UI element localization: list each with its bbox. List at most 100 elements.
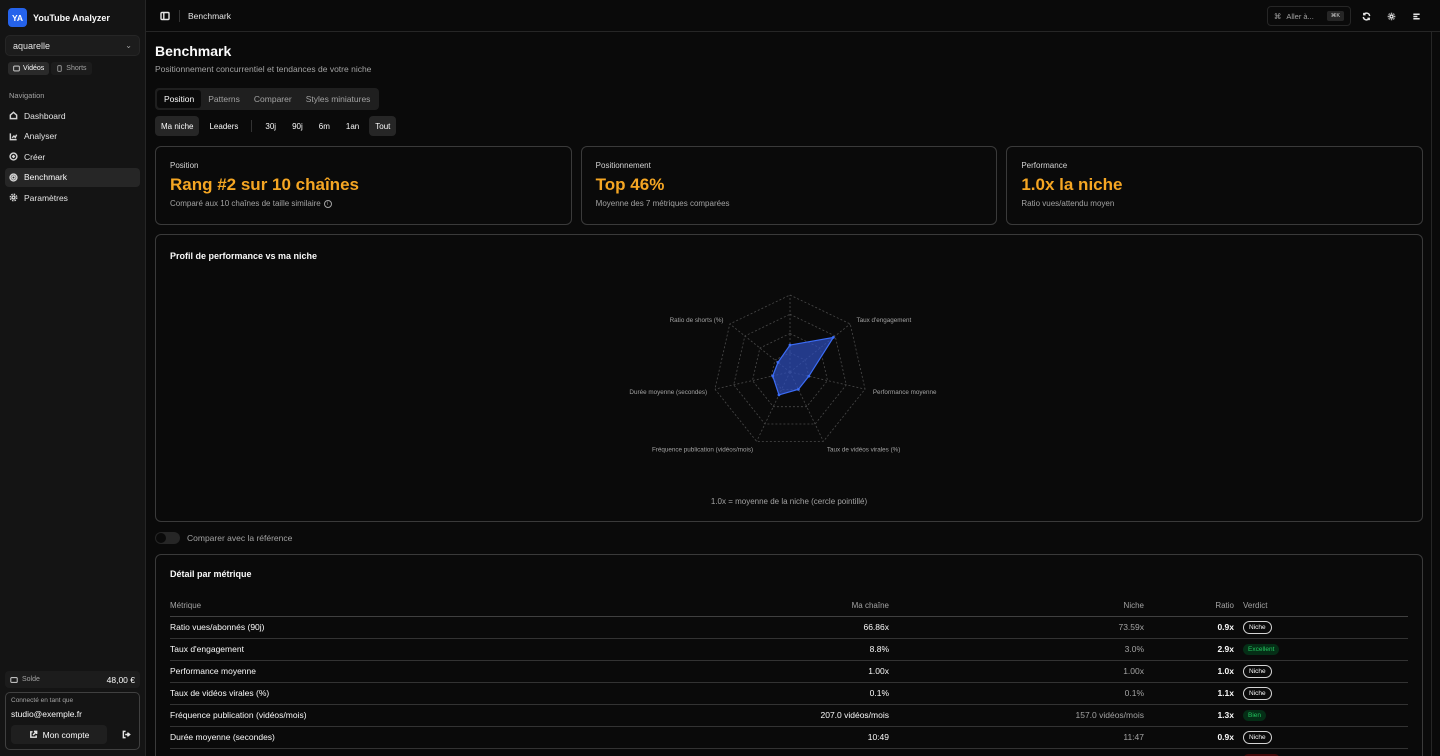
cell-metric: Ratio vues/abonnés (90j)	[170, 616, 730, 639]
cell-mine: 207.0 vidéos/mois	[730, 704, 889, 727]
sidebar-item-dashboard[interactable]: Dashboard	[5, 106, 140, 125]
shortcut-badge: ⌘K	[1326, 11, 1344, 21]
period-90j[interactable]: 90j	[286, 116, 309, 136]
period-1an[interactable]: 1an	[340, 116, 365, 136]
filter-leaders[interactable]: Leaders	[203, 116, 244, 136]
page-title: Benchmark	[155, 43, 232, 59]
format-videos-label: Vidéos	[23, 65, 45, 72]
filter-ma-niche[interactable]: Ma niche	[155, 116, 200, 136]
niche-select-value: aquarelle	[13, 40, 51, 51]
summary-cards: Position Rang #2 sur 10 chaînes Comparé …	[155, 146, 1424, 225]
sidebar-item-creer[interactable]: Créer	[5, 147, 140, 166]
page-content: Benchmark Positionnement concurrentiel e…	[155, 32, 1424, 756]
breadcrumb: Benchmark	[188, 10, 231, 21]
command-palette-button[interactable]: ⌘ Aller à... ⌘K	[1266, 6, 1351, 26]
cell-metric: Performance moyenne	[170, 660, 730, 683]
sidebar-item-benchmark[interactable]: Benchmark	[5, 167, 140, 187]
col-verdict: Verdict	[1234, 596, 1408, 617]
cell-niche: 1.00x	[889, 660, 1144, 683]
table-row: Taux de vidéos virales (%) 0.1% 0.1% 1.1x Ni…	[170, 682, 1408, 705]
col-mine: Ma chaîne	[730, 596, 889, 617]
command-palette-label: Aller à...	[1286, 11, 1314, 21]
brand-name: YouTube Analyzer	[33, 12, 110, 23]
sidebar-item-label: Créer	[24, 151, 46, 162]
cell-ratio: 1.3x	[1144, 704, 1234, 727]
card-label: Position	[170, 161, 199, 170]
radar-point	[796, 387, 800, 391]
table-header-row: Métrique Ma chaîne Niche Ratio Verdict	[170, 596, 1408, 617]
sun-icon	[1387, 12, 1395, 20]
radar-chart: Ratio vues/abonnés (90j)Taux d'engagemen…	[629, 294, 937, 454]
refresh-icon	[1362, 11, 1370, 21]
scrollbar[interactable]	[1431, 32, 1440, 756]
logout-button[interactable]	[118, 727, 134, 743]
radar-axis-label: Performance moyenne	[873, 389, 937, 396]
compare-switch[interactable]	[155, 532, 180, 544]
card-label: Positionnement	[595, 161, 651, 170]
settings-list-button[interactable]	[1406, 6, 1426, 26]
tab-position[interactable]: Position	[157, 90, 202, 108]
format-shorts-label: Shorts	[66, 65, 87, 72]
sidebar-toggle-button[interactable]	[157, 8, 173, 24]
refresh-button[interactable]	[1356, 6, 1376, 26]
period-6m[interactable]: 6m	[313, 116, 336, 136]
brand[interactable]: YA YouTube Analyzer	[5, 6, 140, 35]
detail-card: Détail par métrique Métrique Ma chaîne N…	[155, 554, 1423, 756]
home-icon	[9, 111, 18, 120]
col-niche: Niche	[889, 596, 1144, 617]
compare-label: Comparer avec la référence	[187, 533, 293, 543]
cell-mine: 0.1%	[730, 682, 889, 705]
balance-value: 48,00 €	[106, 674, 135, 685]
sidebar-item-analyser[interactable]: Analyser	[5, 127, 140, 146]
cell-ratio: 1.0x	[1144, 660, 1234, 683]
cell-metric: Durée moyenne (secondes)	[170, 726, 730, 749]
period-30j[interactable]: 30j	[259, 116, 282, 136]
table-row: Fréquence publication (vidéos/mois) 207.0…	[170, 704, 1408, 727]
phone-icon	[57, 65, 62, 72]
cell-mine: 10:49	[730, 726, 889, 749]
col-ratio: Ratio	[1144, 596, 1234, 617]
cell-niche: 11:47	[889, 726, 1144, 749]
connected-label: Connecté en tant que	[11, 697, 74, 704]
card-value: 1.0x la niche	[1021, 175, 1123, 194]
niche-select[interactable]: aquarelle ⌄	[5, 35, 140, 56]
verdict-badge: Niche	[1243, 664, 1272, 678]
plus-circle-icon	[9, 152, 18, 161]
tab-comparer[interactable]: Comparer	[247, 90, 299, 108]
table-row: Performance moyenne 1.00x 1.00x 1.0x Niche	[170, 660, 1408, 683]
format-shorts-button[interactable]: Shorts	[51, 62, 92, 75]
account-email: studio@exemple.fr	[11, 709, 82, 719]
sidebar-item-label: Analyser	[24, 131, 58, 141]
period-tout[interactable]: Tout	[369, 116, 397, 136]
wallet-icon	[10, 676, 18, 683]
sidebar-footer: Solde 48,00 € Connecté en tant que studi…	[5, 671, 140, 750]
table-row: Durée moyenne (secondes) 10:49 11:47 0.9x Ni…	[170, 726, 1408, 749]
info-icon[interactable]: i	[323, 199, 332, 208]
logout-icon	[122, 730, 131, 739]
sidebar-item-parametres[interactable]: Paramètres	[5, 188, 140, 207]
format-videos-button[interactable]: Vidéos	[8, 62, 50, 75]
radar-axis-label: Ratio de shorts (%)	[670, 317, 724, 324]
chart-icon	[9, 132, 18, 140]
brand-logo: YA	[8, 8, 27, 27]
radar-point	[776, 360, 780, 364]
tab-styles-miniatures[interactable]: Styles miniatures	[299, 90, 378, 108]
radar-point	[831, 336, 835, 339]
list-settings-icon	[1412, 13, 1420, 19]
tab-patterns[interactable]: Patterns	[201, 90, 247, 108]
position-card: Position Rang #2 sur 10 chaînes Comparé …	[155, 146, 572, 225]
topbar: Benchmark ⌘ Aller à... ⌘K	[146, 0, 1440, 32]
cell-ratio: 2.9x	[1144, 638, 1234, 661]
account-button[interactable]: Mon compte	[11, 725, 107, 744]
balance: Solde 48,00 €	[5, 671, 140, 688]
radar-point	[807, 374, 811, 378]
radar-caption: 1.0x = moyenne de la niche (cercle point…	[710, 497, 868, 506]
cell-ratio: 0.9x	[1144, 616, 1234, 639]
theme-toggle-button[interactable]	[1381, 6, 1401, 26]
cell-mine: 0.2%	[730, 748, 889, 756]
cell-niche: 3.0%	[889, 638, 1144, 661]
command-icon: ⌘	[1273, 11, 1282, 21]
sidebar-item-label: Dashboard	[24, 110, 66, 121]
compare-toggle-row: Comparer avec la référence	[155, 532, 1423, 544]
radar-title: Profil de performance vs ma niche	[170, 251, 318, 261]
